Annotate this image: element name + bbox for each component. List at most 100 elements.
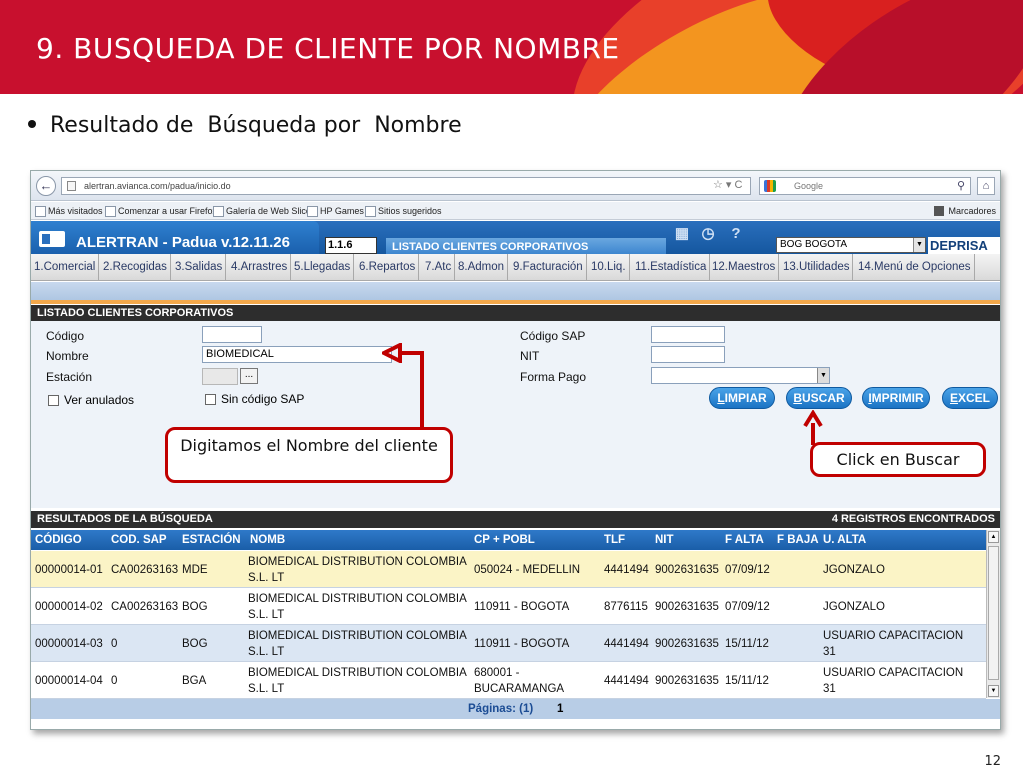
menu-item[interactable]: 7.Atc	[422, 254, 456, 281]
imprimir-button[interactable]: IMPRIMIR	[862, 387, 930, 409]
menu-item[interactable]: 11.Estadística	[632, 254, 711, 281]
help-icon[interactable]: ?	[727, 225, 745, 243]
address-bar[interactable]: alertran.avianca.com/padua/inicio.do	[61, 177, 751, 195]
nombre-field[interactable]: BIOMEDICAL	[202, 346, 392, 363]
table-cell-estacion: MDE	[182, 563, 208, 576]
column-header[interactable]: CP + POBL	[474, 530, 535, 550]
chevron-down-icon: ▼	[913, 238, 925, 252]
column-header[interactable]: NIT	[655, 530, 674, 550]
bookmarks-menu[interactable]: Marcadores	[934, 202, 996, 220]
menu-item[interactable]: 12.Maestros	[709, 254, 780, 281]
column-header[interactable]: F BAJA	[777, 530, 819, 550]
bookmark-item[interactable]: Comenzar a usar Firefox	[105, 202, 217, 220]
scroll-thumb[interactable]	[988, 546, 999, 680]
menu-item[interactable]: 4.Arrastres	[228, 254, 292, 281]
table-cell-cp: 110911 - BOGOTA	[474, 637, 570, 650]
bookmark-item[interactable]: Más visitados	[35, 202, 103, 220]
column-header[interactable]: NOMB	[250, 530, 285, 550]
menu-item[interactable]: 3.Salidas	[172, 254, 227, 281]
estacion-lookup-button[interactable]: ...	[240, 368, 258, 384]
estacion-label: Estación	[46, 370, 93, 384]
limpiar-accesskey: L	[717, 391, 725, 405]
table-cell-estacion: BGA	[182, 674, 207, 687]
table-cell-u-alta: USUARIO CAPACITACION 31	[823, 629, 964, 658]
search-input[interactable]: Google ⚲	[759, 177, 971, 195]
menu-item[interactable]: 6.Repartos	[356, 254, 420, 281]
scroll-up-icon[interactable]: ▲	[988, 531, 999, 543]
bookmark-item[interactable]: HP Games	[307, 202, 364, 220]
estacion-field[interactable]	[202, 368, 238, 385]
buscar-label: USCAR	[802, 391, 845, 405]
app-logo-icon	[39, 231, 65, 247]
form-section-label: LISTADO CLIENTES CORPORATIVOS	[37, 307, 234, 319]
menu-item[interactable]: 5.Llegadas	[291, 254, 355, 281]
table-cell-sap: CA00263163	[111, 600, 179, 613]
clock-icon[interactable]: ◷	[699, 225, 717, 243]
excel-accesskey: E	[949, 391, 958, 405]
results-section-title: RESULTADOS DE LA BÚSQUEDA 4 REGISTROS EN…	[31, 511, 1000, 528]
limpiar-label: IMPIAR	[724, 391, 767, 405]
bookmark-star-icon[interactable]: ☆ ▾ C	[713, 178, 742, 191]
column-header[interactable]: ESTACIÓN	[182, 530, 241, 550]
table-cell-tlf: 4441494	[604, 637, 649, 650]
menu-item[interactable]: 1.Comercial	[31, 254, 100, 281]
codigo-label: Código	[46, 329, 85, 343]
ver-anulados-checkbox[interactable]: Ver anulados	[48, 393, 134, 407]
table-row[interactable]: 00000014-02 CA00263163 BOG BIOMEDICAL DISTR…	[31, 588, 986, 625]
codigo-sap-field[interactable]	[651, 326, 725, 343]
home-icon[interactable]: ⌂	[977, 177, 995, 195]
menu-item[interactable]: 2.Recogidas	[100, 254, 171, 281]
slide-header: 9. BUSQUEDA DE CLIENTE POR NOMBRE	[0, 0, 1023, 94]
column-header[interactable]: CÓDIGO	[35, 530, 82, 550]
bookmark-item[interactable]: Galería de Web Slice	[213, 202, 311, 220]
form-section-title: LISTADO CLIENTES CORPORATIVOS	[31, 305, 1000, 322]
column-header[interactable]: COD. SAP	[111, 530, 167, 550]
bullet-dot-icon	[28, 120, 36, 128]
app-logo-tab: ALERTRAN - Padua v.12.11.26	[31, 221, 319, 254]
menu-item[interactable]: 10.Liq.	[588, 254, 630, 281]
search-icon[interactable]: ⚲	[957, 178, 965, 194]
table-row[interactable]: 00000014-04 0 BGA BIOMEDICAL DISTRIBUTION C…	[31, 662, 986, 699]
results-scrollbar[interactable]: ▲ ▼	[986, 530, 1000, 698]
ver-anulados-label: Ver anulados	[64, 393, 135, 407]
url-text: alertran.avianca.com/padua/inicio.do	[84, 181, 231, 191]
scroll-down-icon[interactable]: ▼	[988, 685, 999, 697]
imprimir-label: MPRIMIR	[871, 391, 924, 405]
table-cell-nit: 9002631635	[655, 600, 719, 613]
codigo-field[interactable]	[202, 326, 262, 343]
nit-label: NIT	[520, 349, 540, 363]
table-cell-codigo: 00000014-01	[35, 563, 103, 576]
forma-pago-select[interactable]: ▼	[651, 367, 830, 384]
table-cell-codigo: 00000014-02	[35, 600, 103, 613]
menu-item[interactable]: 9.Facturación	[510, 254, 587, 281]
table-cell-estacion: BOG	[182, 600, 208, 613]
table-cell-u-alta: JGONZALO	[823, 600, 885, 613]
station-select[interactable]: BOG BOGOTA ▼	[776, 237, 926, 253]
calendar-icon[interactable]: ▦	[673, 225, 691, 243]
table-cell-u-alta: JGONZALO	[823, 563, 885, 576]
table-row[interactable]: 00000014-03 0 BOG BIOMEDICAL DISTRIBUTION C…	[31, 625, 986, 662]
limpiar-button[interactable]: LIMPIAR	[709, 387, 775, 409]
station-value: BOG BOGOTA	[780, 239, 848, 250]
table-row[interactable]: 00000014-01 CA00263163 MDE BIOMEDICAL DISTR…	[31, 551, 986, 588]
page-link[interactable]: 1	[557, 699, 563, 719]
column-header[interactable]: F ALTA	[725, 530, 764, 550]
menu-item[interactable]: 8.Admon	[455, 254, 509, 281]
callout-arrow-line	[420, 351, 424, 429]
sin-codigo-sap-checkbox[interactable]: Sin código SAP	[205, 392, 304, 406]
bullet-text: Resultado de Búsqueda por Nombre	[50, 113, 462, 138]
excel-label: XCEL	[958, 391, 991, 405]
menu-item[interactable]: 13.Utilidades	[780, 254, 854, 281]
nombre-label: Nombre	[46, 349, 89, 363]
nit-field[interactable]	[651, 346, 725, 363]
forma-pago-label: Forma Pago	[520, 370, 587, 384]
bookmark-item[interactable]: Sitios sugeridos	[365, 202, 442, 220]
table-cell-cp: 110911 - BOGOTA	[474, 600, 570, 613]
buscar-button[interactable]: BUSCAR	[786, 387, 852, 409]
column-header[interactable]: U. ALTA	[823, 530, 866, 550]
excel-button[interactable]: EXCEL	[942, 387, 998, 409]
column-header[interactable]: TLF	[604, 530, 625, 550]
back-arrow-icon[interactable]: ←	[36, 176, 56, 196]
pagination: Páginas: (1) 1	[31, 699, 1000, 719]
menu-item[interactable]: 14.Menú de Opciones	[855, 254, 975, 281]
